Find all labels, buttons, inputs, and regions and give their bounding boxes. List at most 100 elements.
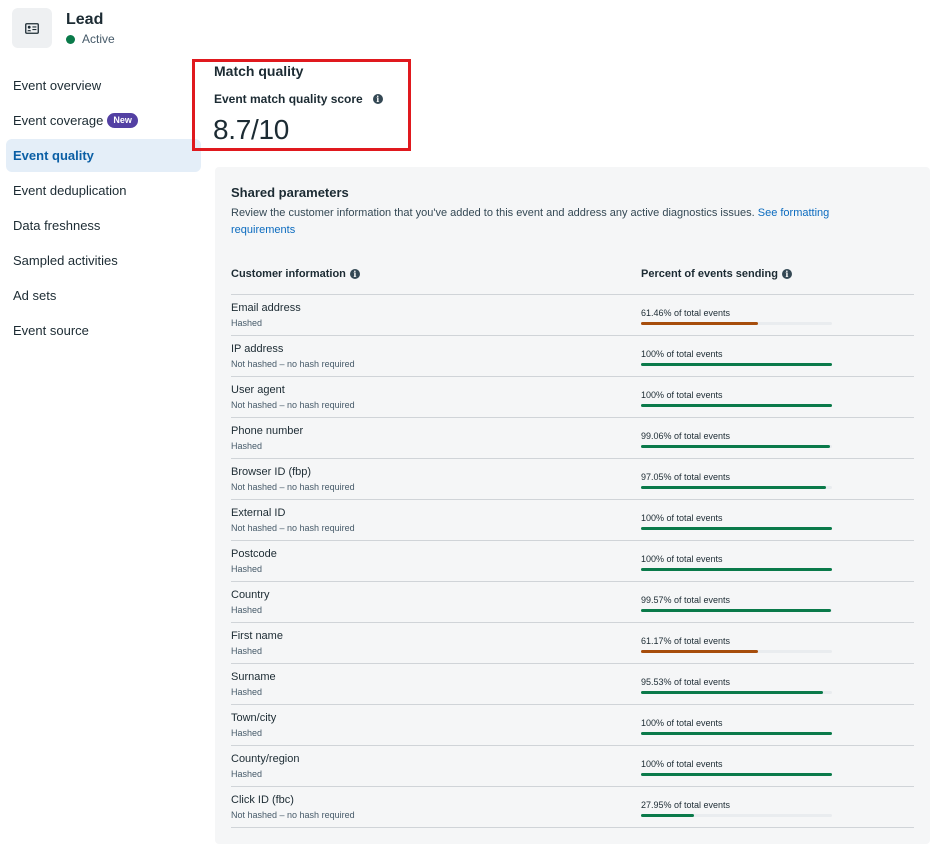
sidebar-item-sampled-activities[interactable]: Sampled activities bbox=[6, 244, 201, 277]
sidebar-item-event-deduplication[interactable]: Event deduplication bbox=[6, 174, 201, 207]
sidebar-item-label: Sampled activities bbox=[13, 253, 118, 268]
parameter-hash-status: Not hashed – no hash required bbox=[231, 400, 355, 410]
status-text: Active bbox=[82, 32, 115, 46]
parameter-name: IP address bbox=[231, 343, 284, 355]
sidebar-item-label: Event deduplication bbox=[13, 183, 127, 198]
parameter-name: User agent bbox=[231, 384, 285, 396]
percent-text: 27.95% of total events bbox=[641, 800, 731, 810]
table-row: Surname Hashed 95.53% of total events bbox=[231, 664, 914, 705]
percent-bar-fill bbox=[641, 486, 826, 489]
percent-bar-fill bbox=[641, 609, 831, 612]
parameter-hash-status: Hashed bbox=[231, 646, 263, 656]
percent-text: 99.06% of total events bbox=[641, 431, 731, 441]
sidebar-nav: Event overview Event coverage New Event … bbox=[6, 69, 201, 349]
column-header-customer-information: Customer information i bbox=[231, 268, 360, 280]
column-header-label: Customer information bbox=[231, 268, 346, 280]
info-icon[interactable]: i bbox=[349, 269, 360, 279]
percent-text: 100% of total events bbox=[641, 759, 723, 769]
column-header-percent-sending: Percent of events sending i bbox=[641, 268, 792, 280]
table-row: Click ID (fbc) Not hashed – no hash requi… bbox=[231, 787, 914, 828]
parameter-hash-status: Not hashed – no hash required bbox=[231, 482, 355, 492]
sidebar-item-event-overview[interactable]: Event overview bbox=[6, 69, 201, 102]
table-row: User agent Not hashed – no hash required 1… bbox=[231, 377, 914, 418]
percent-bar-fill bbox=[641, 404, 832, 407]
parameter-hash-status: Not hashed – no hash required bbox=[231, 810, 355, 820]
parameter-name: County/region bbox=[231, 753, 300, 765]
percent-bar-fill bbox=[641, 773, 832, 776]
match-quality-subtitle-row: Event match quality score i bbox=[214, 92, 383, 106]
table-row: Email address Hashed 61.46% of total event… bbox=[231, 295, 914, 336]
parameter-name: First name bbox=[231, 630, 283, 642]
sidebar-item-event-coverage[interactable]: Event coverage New bbox=[6, 104, 201, 137]
percent-bar-track bbox=[641, 322, 832, 325]
percent-bar-fill bbox=[641, 650, 758, 653]
percent-text: 61.17% of total events bbox=[641, 636, 731, 646]
percent-bar-track bbox=[641, 486, 832, 489]
sidebar-item-ad-sets[interactable]: Ad sets bbox=[6, 279, 201, 312]
percent-text: 100% of total events bbox=[641, 554, 723, 564]
match-quality-score: 8.7/10 bbox=[213, 114, 290, 145]
table-row: Browser ID (fbp) Not hashed – no hash req… bbox=[231, 459, 914, 500]
percent-bar-fill bbox=[641, 568, 832, 571]
percent-text: 100% of total events bbox=[641, 718, 723, 728]
match-quality-title: Match quality bbox=[214, 63, 304, 79]
percent-bar-track bbox=[641, 650, 832, 653]
percent-text: 61.46% of total events bbox=[641, 308, 731, 318]
info-icon[interactable]: i bbox=[781, 269, 792, 279]
sidebar-item-data-freshness[interactable]: Data freshness bbox=[6, 209, 201, 242]
percent-bar-track bbox=[641, 363, 832, 366]
parameter-name: Town/city bbox=[231, 712, 277, 724]
parameter-hash-status: Hashed bbox=[231, 564, 263, 574]
parameter-table: Email address Hashed 61.46% of total event… bbox=[231, 294, 914, 828]
percent-bar-track bbox=[641, 445, 832, 448]
table-row: Postcode Hashed 100% of total events bbox=[231, 541, 914, 582]
match-quality-subtitle: Event match quality score bbox=[214, 92, 363, 106]
parameter-hash-status: Hashed bbox=[231, 769, 263, 779]
percent-bar-track bbox=[641, 691, 832, 694]
panel-description: Review the customer information that you… bbox=[231, 205, 881, 239]
percent-bar-fill bbox=[641, 814, 694, 817]
percent-text: 97.05% of total events bbox=[641, 472, 731, 482]
event-title: Lead bbox=[66, 11, 104, 28]
table-row: IP address Not hashed – no hash required 1… bbox=[231, 336, 914, 377]
percent-bar-track bbox=[641, 568, 832, 571]
percent-bar-track bbox=[641, 814, 832, 817]
table-row: Town/city Hashed 100% of total events bbox=[231, 705, 914, 746]
table-row: County/region Hashed 100% of total events bbox=[231, 746, 914, 787]
parameter-hash-status: Hashed bbox=[231, 441, 263, 451]
parameter-hash-status: Not hashed – no hash required bbox=[231, 359, 355, 369]
event-header: Lead Active bbox=[12, 8, 115, 48]
sidebar-item-event-quality[interactable]: Event quality bbox=[6, 139, 201, 172]
column-header-label: Percent of events sending bbox=[641, 268, 778, 280]
shared-parameters-panel: Shared parameters Review the customer in… bbox=[215, 167, 930, 844]
percent-bar-track bbox=[641, 773, 832, 776]
event-status: Active bbox=[66, 32, 115, 46]
parameter-name: External ID bbox=[231, 507, 286, 519]
panel-description-text: Review the customer information that you… bbox=[231, 207, 755, 219]
percent-bar-fill bbox=[641, 363, 832, 366]
percent-bar-fill bbox=[641, 322, 758, 325]
sidebar-item-label: Ad sets bbox=[13, 288, 57, 303]
table-row: Country Hashed 99.57% of total events bbox=[231, 582, 914, 623]
sidebar-item-event-source[interactable]: Event source bbox=[6, 314, 201, 347]
percent-bar-fill bbox=[641, 445, 830, 448]
parameter-hash-status: Hashed bbox=[231, 728, 263, 738]
percent-bar-track bbox=[641, 609, 832, 612]
info-icon[interactable]: i bbox=[372, 94, 383, 104]
table-row: First name Hashed 61.17% of total events bbox=[231, 623, 914, 664]
sidebar-item-label: Event quality bbox=[13, 148, 94, 163]
percent-bar-fill bbox=[641, 732, 832, 735]
sidebar-item-label: Event overview bbox=[13, 78, 102, 93]
sidebar-item-label: Data freshness bbox=[13, 218, 101, 233]
parameter-hash-status: Hashed bbox=[231, 687, 263, 697]
percent-bar-fill bbox=[641, 527, 832, 530]
percent-text: 100% of total events bbox=[641, 390, 723, 400]
parameter-name: Click ID (fbc) bbox=[231, 794, 294, 806]
percent-bar-fill bbox=[641, 691, 823, 694]
sidebar-item-label: Event source bbox=[13, 323, 89, 338]
parameter-name: Phone number bbox=[231, 425, 304, 437]
parameter-hash-status: Hashed bbox=[231, 605, 263, 615]
id-card-icon bbox=[12, 8, 52, 48]
table-row: Phone number Hashed 99.06% of total events bbox=[231, 418, 914, 459]
percent-text: 95.53% of total events bbox=[641, 677, 731, 687]
